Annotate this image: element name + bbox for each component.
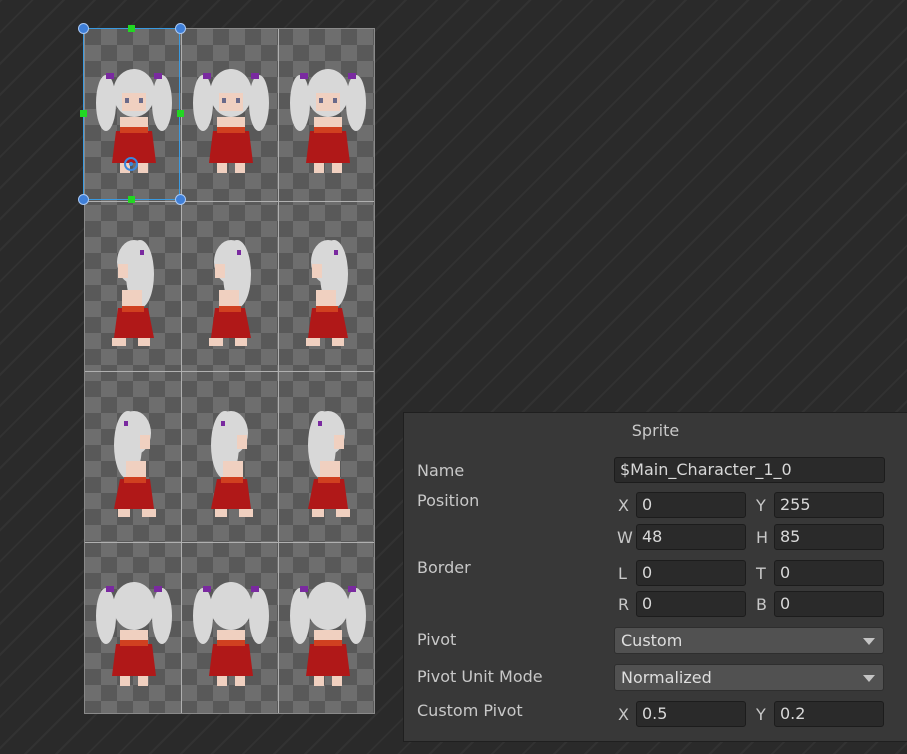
border-t-field[interactable]: 0	[774, 560, 884, 586]
sprite-frame[interactable]	[288, 393, 368, 537]
custom-pivot-y-label: Y	[756, 705, 766, 724]
chevron-down-icon	[863, 638, 875, 645]
corner-handle-bottom-left[interactable]	[78, 194, 89, 205]
border-label: Border	[417, 558, 471, 577]
name-field[interactable]: $Main_Character_1_0	[614, 457, 885, 483]
border-b-label: B	[756, 595, 767, 614]
position-x-field[interactable]: 0	[636, 492, 746, 518]
sprite-frame[interactable]	[191, 222, 271, 366]
corner-handle-top-right[interactable]	[175, 23, 186, 34]
edge-handle-bottom[interactable]	[128, 196, 135, 203]
sprite-frame[interactable]	[94, 393, 174, 537]
sprite-frame[interactable]	[191, 564, 271, 708]
sprite-frame[interactable]	[191, 393, 271, 537]
position-y-label: Y	[756, 496, 766, 515]
pivot-handle[interactable]	[124, 157, 138, 171]
pivot-unit-mode-value: Normalized	[621, 668, 712, 687]
pivot-label: Pivot	[417, 630, 457, 649]
position-w-label: W	[617, 528, 633, 547]
sprite-selection-rect[interactable]	[83, 28, 180, 200]
name-label: Name	[417, 461, 465, 480]
sprite-frame[interactable]	[191, 51, 271, 195]
pivot-dropdown[interactable]: Custom	[614, 627, 884, 654]
corner-handle-top-left[interactable]	[78, 23, 89, 34]
border-l-field[interactable]: 0	[636, 560, 746, 586]
sprite-editor-panel: Sprite Name $Main_Character_1_0 Position…	[403, 412, 907, 742]
edge-handle-left[interactable]	[80, 110, 87, 117]
slice-line	[85, 371, 374, 372]
position-y-field[interactable]: 255	[774, 492, 884, 518]
sprite-frame[interactable]	[288, 51, 368, 195]
sprite-frame[interactable]	[288, 564, 368, 708]
custom-pivot-label: Custom Pivot	[417, 701, 523, 720]
position-label: Position	[417, 491, 480, 510]
position-x-label: X	[618, 496, 629, 515]
sprite-frame[interactable]	[94, 564, 174, 708]
border-t-label: T	[756, 564, 766, 583]
edge-handle-right[interactable]	[177, 110, 184, 117]
chevron-down-icon	[863, 675, 875, 682]
edge-handle-top[interactable]	[128, 25, 135, 32]
custom-pivot-x-field[interactable]: 0.5	[636, 701, 746, 727]
panel-title: Sprite	[631, 421, 680, 440]
pivot-dropdown-value: Custom	[621, 631, 683, 650]
custom-pivot-x-label: X	[618, 705, 629, 724]
border-l-label: L	[618, 564, 627, 583]
custom-pivot-y-field[interactable]: 0.2	[774, 701, 884, 727]
border-r-field[interactable]: 0	[636, 591, 746, 617]
pivot-unit-mode-label: Pivot Unit Mode	[417, 667, 543, 686]
border-b-field[interactable]: 0	[774, 591, 884, 617]
sprite-frame[interactable]	[288, 222, 368, 366]
corner-handle-bottom-right[interactable]	[175, 194, 186, 205]
border-r-label: R	[618, 595, 630, 614]
pivot-unit-mode-dropdown[interactable]: Normalized	[614, 664, 884, 691]
position-h-label: H	[756, 528, 769, 547]
position-w-field[interactable]: 48	[636, 524, 746, 550]
slice-line	[85, 542, 374, 543]
sprite-frame[interactable]	[94, 222, 174, 366]
position-h-field[interactable]: 85	[774, 524, 884, 550]
